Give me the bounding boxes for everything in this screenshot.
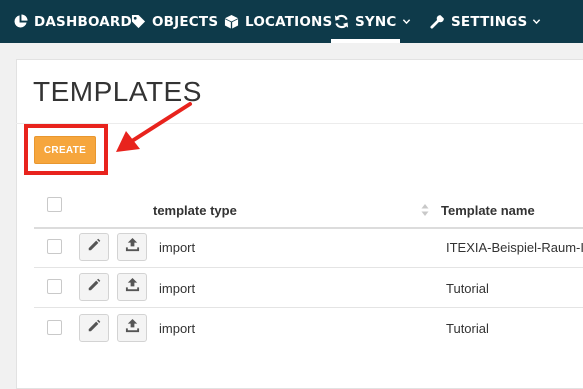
wrench-icon <box>429 14 445 30</box>
row-checkbox[interactable] <box>47 320 62 335</box>
nav-item-objects[interactable]: OBJECTS <box>130 0 218 43</box>
template-type-cell: import <box>159 321 196 336</box>
chevron-down-icon <box>402 17 411 26</box>
nav-label: SYNC <box>355 13 397 30</box>
upload-icon <box>125 277 140 297</box>
upload-button[interactable] <box>117 314 147 342</box>
row-checkbox[interactable] <box>47 279 62 294</box>
template-name-cell[interactable]: Tutorial <box>446 281 489 296</box>
template-name-cell[interactable]: Tutorial <box>446 321 489 336</box>
table-header-divider <box>34 227 583 229</box>
sort-icon[interactable] <box>421 203 429 217</box>
nav-label: DASHBOARD <box>34 13 132 30</box>
nav-label: OBJECTS <box>152 13 219 30</box>
edit-button[interactable] <box>79 233 109 261</box>
pie-chart-icon <box>12 14 28 30</box>
chevron-down-icon <box>532 17 541 26</box>
nav-item-locations[interactable]: LOCATIONS <box>223 0 332 43</box>
column-header-template-type[interactable]: template type <box>153 203 237 218</box>
upload-icon <box>125 237 140 257</box>
upload-button[interactable] <box>117 273 147 301</box>
upload-icon <box>125 318 140 338</box>
template-type-cell: import <box>159 240 196 255</box>
tag-icon <box>130 14 146 30</box>
row-checkbox[interactable] <box>47 239 62 254</box>
annotation-arrow-icon <box>116 102 192 152</box>
cube-icon <box>223 14 239 30</box>
nav-label: SETTINGS <box>451 13 528 30</box>
edit-button[interactable] <box>79 314 109 342</box>
row-divider <box>34 267 583 268</box>
nav-item-sync[interactable]: SYNC <box>333 0 411 43</box>
nav-item-dashboard[interactable]: DASHBOARD <box>12 0 132 43</box>
edit-button[interactable] <box>79 273 109 301</box>
nav-label: LOCATIONS <box>245 13 333 30</box>
upload-button[interactable] <box>117 233 147 261</box>
nav-item-settings[interactable]: SETTINGS <box>429 0 541 43</box>
top-navigation-bar: DASHBOARD OBJECTS LOCATIONS SYNC SETTING… <box>0 0 583 43</box>
pencil-icon <box>87 278 101 297</box>
template-type-cell: import <box>159 281 196 296</box>
pencil-icon <box>87 238 101 257</box>
row-divider <box>34 307 583 308</box>
annotation-highlight-box <box>24 124 108 175</box>
sync-icon <box>333 14 349 30</box>
active-nav-indicator <box>331 39 400 43</box>
template-name-cell[interactable]: ITEXIA-Beispiel-Raum-Im <box>446 240 583 255</box>
pencil-icon <box>87 319 101 338</box>
select-all-checkbox[interactable] <box>47 197 62 212</box>
column-header-template-name[interactable]: Template name <box>441 203 535 218</box>
